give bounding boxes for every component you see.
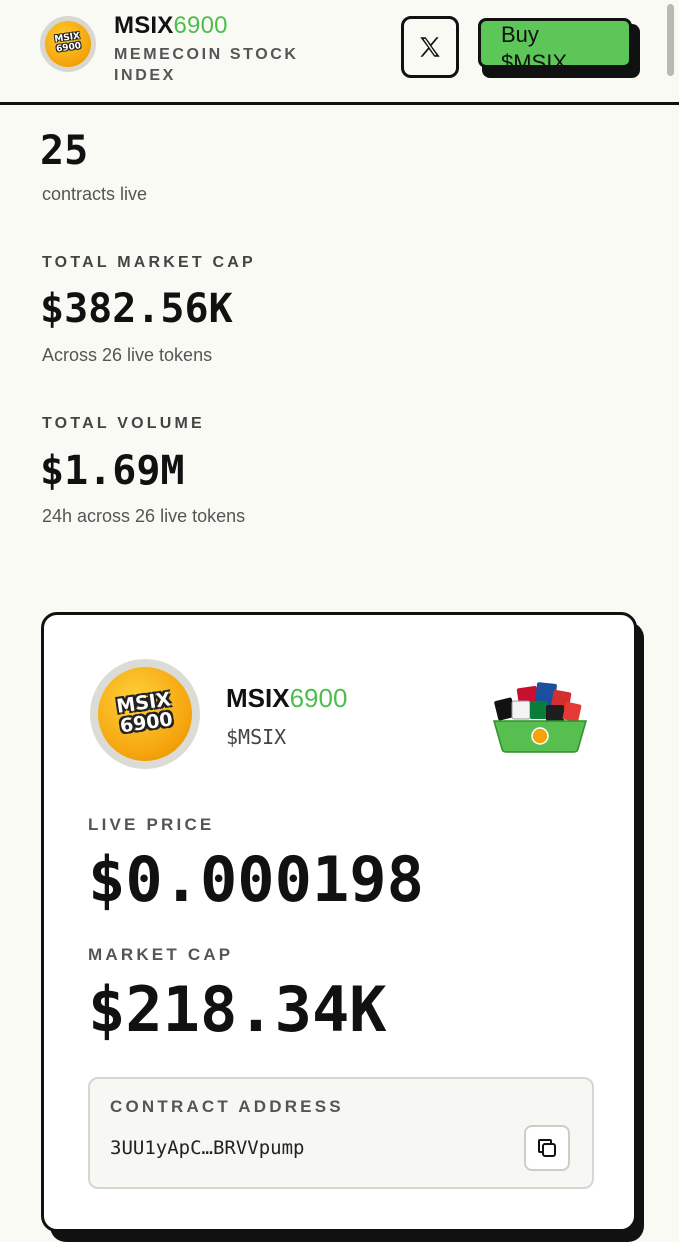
stock-basket-icon	[493, 682, 587, 753]
x-logo-icon	[420, 37, 440, 57]
total-volume-sub: 24h across 26 live tokens	[42, 506, 246, 526]
market-cap-label: MARKET CAP	[88, 945, 234, 964]
token-ticker: $MSIX	[226, 725, 287, 749]
buy-button[interactable]: Buy $MSIX	[478, 18, 632, 68]
contract-address-value[interactable]: 3UU1yApC…BRVVpump	[110, 1137, 304, 1159]
total-volume-value: $1.69M	[40, 448, 185, 494]
total-market-cap-sub: Across 26 live tokens	[42, 345, 213, 365]
brand-name[interactable]: MSIX6900	[114, 12, 228, 40]
logo-coin-icon[interactable]: MSIX 6900	[40, 16, 96, 72]
constituents-sub: contracts live	[42, 184, 148, 204]
contract-address-box: CONTRACT ADDRESS 3UU1yApC…BRVVpump	[88, 1077, 594, 1189]
brand-suffix: 6900	[173, 12, 228, 39]
buy-button-wrapper: Buy $MSIX	[478, 18, 642, 80]
buy-label-line1: Buy	[501, 22, 539, 47]
copy-icon	[538, 1139, 556, 1157]
site-header: MSIX 6900 MSIX6900 MEMECOIN STOCK INDEX B…	[0, 0, 679, 105]
token-coin-icon: MSIX 6900	[90, 659, 200, 769]
market-cap-value: $218.34K	[88, 973, 387, 1046]
token-name-suffix: 6900	[289, 683, 348, 713]
live-price-value: $0.000198	[88, 843, 424, 916]
total-market-cap-value: $382.56K	[40, 286, 233, 332]
brand-prefix: MSIX	[114, 12, 174, 39]
total-volume-label: TOTAL VOLUME	[42, 415, 205, 432]
logo-text-line2: 6900	[55, 41, 82, 55]
contract-address-label: CONTRACT ADDRESS	[110, 1097, 344, 1116]
total-market-cap-label: TOTAL MARKET CAP	[42, 254, 256, 271]
copy-address-button[interactable]	[524, 1125, 570, 1171]
token-card: MSIX 6900 MSIX6900 $MSIX LIVE PRICE $0.00…	[41, 612, 637, 1232]
brand-subtitle: MEMECOIN STOCK INDEX	[114, 46, 299, 84]
x-social-button[interactable]	[401, 16, 459, 78]
token-name-prefix: MSIX	[226, 683, 290, 713]
constituents-value: 25	[40, 128, 89, 174]
scrollbar-thumb[interactable]	[667, 4, 674, 76]
buy-label-line2: $MSIX	[501, 50, 568, 68]
live-price-label: LIVE PRICE	[88, 815, 215, 834]
token-name: MSIX6900	[226, 683, 347, 714]
